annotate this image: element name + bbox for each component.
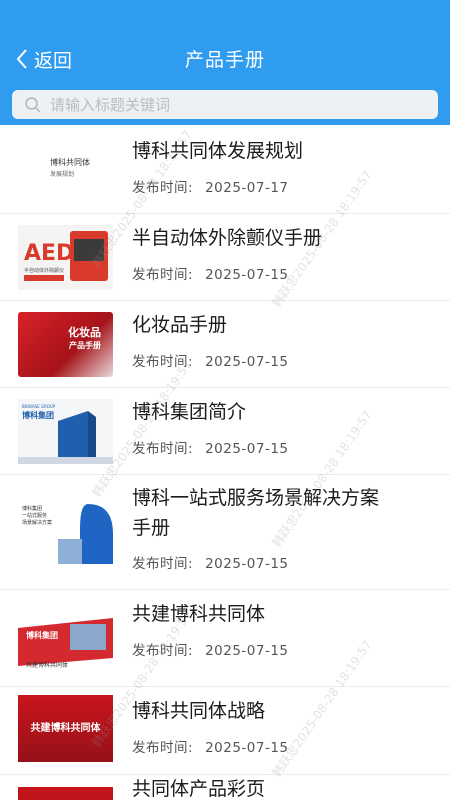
thumb-line2: 产品手册 — [69, 341, 101, 350]
thumb-text: 共建博科共同体 — [30, 723, 101, 734]
thumb-line1: 博科共同体 — [50, 158, 90, 167]
list-item[interactable]: 共建博科共同体 博科共同体战略 发布时间: 2025-07-15 — [0, 687, 450, 775]
date-label: 发布时间: — [132, 643, 194, 659]
thumb-brand-en: BIOBASE GROUP — [22, 404, 56, 409]
item-thumbnail: AED 半自动体外除颤仪 — [18, 225, 113, 290]
item-date: 发布时间: 2025-07-15 — [132, 552, 289, 572]
item-title: 博科共同体发展规划 — [132, 140, 304, 162]
search-icon — [25, 96, 41, 113]
item-date: 发布时间: 2025-07-17 — [132, 176, 289, 196]
search-input[interactable] — [50, 95, 410, 114]
item-date: 发布时间: 2025-07-15 — [132, 639, 289, 659]
item-thumbnail: 博科集团 共建博科共同体 — [18, 608, 113, 673]
header-bar: 返回 产品手册 — [0, 0, 450, 125]
thumb-line2: 发展规划 — [50, 171, 75, 178]
date-value: 2025-07-15 — [205, 354, 289, 370]
list-item[interactable]: BIOBASE GROUP 博科集团 博科集团简介 发布时间: 2025-07-1… — [0, 388, 450, 475]
item-date: 发布时间: 2025-07-15 — [132, 350, 289, 370]
thumb-caption: 半自动体外除颤仪 — [24, 268, 65, 274]
thumb-caption: 共建博科共同体 — [26, 662, 69, 669]
item-title: 共建博科共同体 — [132, 603, 266, 625]
list-item[interactable]: 博科集团 共建博科共同体 共建博科共同体 发布时间: 2025-07-15 — [0, 590, 450, 687]
item-date: 发布时间: 2025-07-15 — [132, 437, 289, 457]
thumb-line2: 一站式服务 — [22, 513, 48, 519]
search-box[interactable] — [12, 90, 438, 119]
item-title: 半自动体外除颤仪手册 — [132, 227, 323, 249]
item-title-line1: 博科一站式服务场景解决方案 — [132, 487, 380, 509]
item-title: 共同体产品彩页 — [132, 778, 266, 800]
thumb-brand: 博科集团 — [26, 631, 58, 640]
item-title: 化妆品手册 — [132, 314, 228, 336]
item-thumbnail: BIOBASE GROUP 博科集团 — [18, 399, 113, 464]
thumb-brand: 博科集团 — [22, 411, 54, 420]
date-label: 发布时间: — [132, 556, 194, 572]
item-title: 博科共同体战略 — [132, 700, 266, 722]
date-value: 2025-07-15 — [205, 643, 289, 659]
list-item[interactable]: 博科共同体 发展规划 博科共同体发展规划 发布时间: 2025-07-17 — [0, 125, 450, 214]
date-label: 发布时间: — [132, 180, 194, 196]
nav-bar: 返回 产品手册 — [0, 36, 450, 82]
list-item[interactable]: 化妆品 产品手册 化妆品手册 发布时间: 2025-07-15 — [0, 301, 450, 388]
list-item[interactable]: AED 半自动体外除颤仪 半自动体外除颤仪手册 发布时间: 2025-07-15 — [0, 214, 450, 301]
thumb-line3: 场景解决方案 — [22, 520, 53, 526]
item-title: 博科集团简介 — [132, 401, 247, 423]
list-item[interactable]: 博科集团 一站式服务 场景解决方案 博科一站式服务场景解决方案 手册 发布时间:… — [0, 475, 450, 590]
thumb-line1: 化妆品 — [68, 326, 101, 339]
item-thumbnail: 化妆品 产品手册 — [18, 312, 113, 377]
date-value: 2025-07-15 — [205, 441, 289, 457]
item-date: 发布时间: 2025-07-15 — [132, 736, 289, 756]
date-value: 2025-07-15 — [205, 267, 289, 283]
item-thumbnail — [18, 787, 113, 800]
item-title-line2: 手册 — [132, 517, 171, 539]
date-label: 发布时间: — [132, 267, 194, 283]
date-value: 2025-07-15 — [205, 740, 289, 756]
date-value: 2025-07-15 — [205, 556, 289, 572]
thumb-line1: 博科集团 — [22, 506, 43, 512]
item-thumbnail: 博科共同体 发展规划 — [18, 137, 113, 202]
item-thumbnail: 共建博科共同体 — [18, 695, 113, 762]
item-date: 发布时间: 2025-07-15 — [132, 263, 289, 283]
item-title: 博科一站式服务场景解决方案 手册 — [132, 483, 432, 543]
item-thumbnail: 博科集团 一站式服务 场景解决方案 — [18, 499, 113, 564]
list-item[interactable]: 共同体产品彩页 — [0, 775, 450, 800]
date-label: 发布时间: — [132, 740, 194, 756]
date-label: 发布时间: — [132, 354, 194, 370]
thumb-aed-text: AED — [24, 241, 75, 266]
date-value: 2025-07-17 — [205, 180, 289, 196]
page-title: 产品手册 — [184, 49, 265, 71]
date-label: 发布时间: — [132, 441, 194, 457]
